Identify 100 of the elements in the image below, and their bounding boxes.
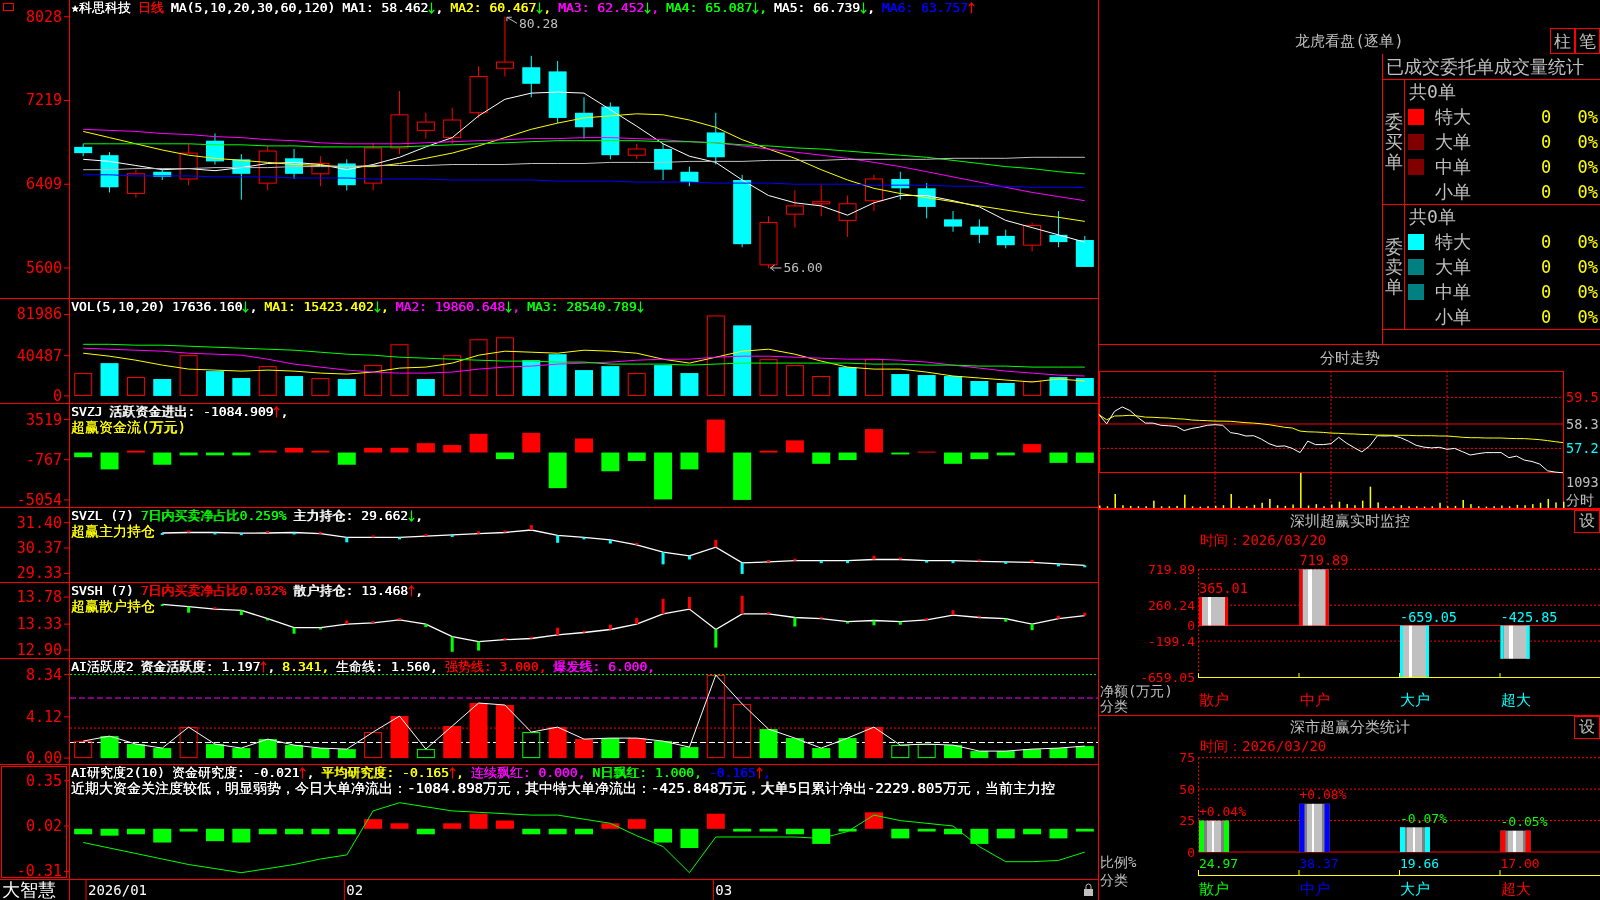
bar: [661, 552, 665, 565]
bar: [179, 355, 198, 396]
candlestick: [443, 107, 462, 145]
bar: [160, 604, 164, 607]
bar: [838, 738, 857, 759]
bar: [239, 610, 243, 616]
bar: [680, 747, 699, 759]
order-size-label: 中单: [1435, 154, 1472, 179]
bar: [495, 820, 514, 829]
settings-button[interactable]: 设: [1574, 510, 1600, 533]
bar: [522, 732, 541, 759]
bar: [917, 828, 936, 832]
bar: [838, 828, 857, 832]
order-percent: 0%: [1576, 107, 1598, 128]
candlestick: [126, 169, 145, 199]
bar: [1023, 381, 1042, 396]
bar: [970, 452, 989, 460]
square-icon: [3, 3, 14, 11]
group-label: 委买单: [1384, 112, 1403, 172]
indicator-readout: MA5: 66.739: [773, 0, 860, 15]
group-label: 委卖单: [1384, 237, 1403, 297]
bar: [153, 379, 172, 396]
bar: [1083, 612, 1087, 616]
category-label: 中户: [1299, 880, 1330, 898]
bar: [416, 379, 435, 396]
axis-label: 57.2: [1566, 440, 1599, 457]
bar: [680, 373, 699, 396]
bar: [153, 452, 172, 465]
axis-label: 30.37: [16, 538, 62, 557]
order-percent: 0%: [1576, 132, 1598, 152]
candlestick: [337, 158, 356, 191]
bar: [1083, 565, 1087, 568]
low-price-label: 56.00: [783, 260, 823, 276]
bar: [548, 452, 567, 489]
indicator-readout: MA3: 28540.789: [527, 299, 637, 314]
indicator-caption: 超赢资金流(万元): [71, 419, 186, 435]
bar: [74, 373, 93, 396]
bar: [812, 452, 831, 464]
category-label: 超大: [1500, 880, 1531, 898]
indicator-readout: -0.165: [708, 765, 756, 780]
order-size-label: 特大: [1435, 105, 1472, 130]
axis-title: 净额(万元): [1100, 683, 1173, 699]
bar: [443, 355, 462, 396]
bar: [917, 744, 936, 759]
candlestick: [390, 90, 409, 155]
bar: [759, 828, 778, 832]
axis-label: -659.05: [1140, 669, 1195, 685]
bar: [733, 828, 752, 832]
axis-label: 75: [1179, 750, 1195, 766]
bar: [970, 751, 989, 759]
axis-label: 25: [1179, 813, 1195, 829]
bar: [601, 738, 620, 759]
indicator-readout: SVZJ: [71, 404, 103, 419]
change-label: -0.07%: [1400, 810, 1447, 826]
settings-button[interactable]: 设: [1574, 716, 1600, 739]
separator-text: ,: [380, 299, 389, 314]
order-count: 0: [1539, 281, 1553, 302]
bar: [970, 381, 989, 396]
axis-title: 分类: [1100, 698, 1128, 714]
candlestick: [1075, 235, 1094, 268]
view-toggle-button[interactable]: 笔: [1575, 28, 1600, 54]
indicator-readout: AI研究度2(10): [71, 765, 165, 780]
axis-label: 81986: [16, 305, 62, 324]
bar: [1023, 444, 1042, 453]
order-size-label: 特大: [1435, 230, 1472, 255]
separator-text: ,: [280, 404, 289, 419]
bar: [575, 370, 593, 396]
indicator-readout: 7日内买卖净占比0.032%: [140, 583, 287, 598]
indicator-readout: 生命线: 1.560,: [336, 659, 438, 674]
order-count: 0: [1539, 257, 1553, 277]
bar: [416, 828, 435, 835]
bar: [944, 745, 963, 759]
value-label: -659.05: [1400, 608, 1457, 625]
bar: [1075, 378, 1094, 396]
bar: [1075, 828, 1094, 832]
bar: [126, 450, 145, 453]
candlestick: [996, 229, 1015, 249]
bar: [477, 641, 481, 651]
order-total: 共0单: [1409, 80, 1456, 105]
bar: [635, 618, 639, 625]
panel-title: 深市超赢分类统计: [1289, 718, 1410, 737]
category-label: 超大: [1500, 691, 1531, 709]
bar: [793, 617, 797, 627]
bar: [838, 367, 857, 396]
indicator-readout: 活跃资金进出: -1084.909: [109, 404, 274, 419]
indicator-readout: VOL(5,10,20): [71, 299, 165, 314]
bar: [424, 534, 428, 537]
bar: [311, 450, 330, 453]
bar: [898, 557, 902, 560]
view-toggle-button[interactable]: 柱: [1550, 28, 1575, 54]
bar: [311, 828, 330, 835]
bar: [556, 535, 560, 543]
indicator-readout: 7日内买卖净占比0.259%: [140, 508, 287, 523]
bar: [767, 559, 770, 562]
candlestick: [1023, 221, 1042, 252]
bar: [450, 636, 454, 652]
bar: [345, 620, 349, 625]
bar: [529, 636, 533, 639]
order-percent: 0%: [1576, 232, 1598, 253]
order-size-label: 大单: [1435, 255, 1472, 279]
